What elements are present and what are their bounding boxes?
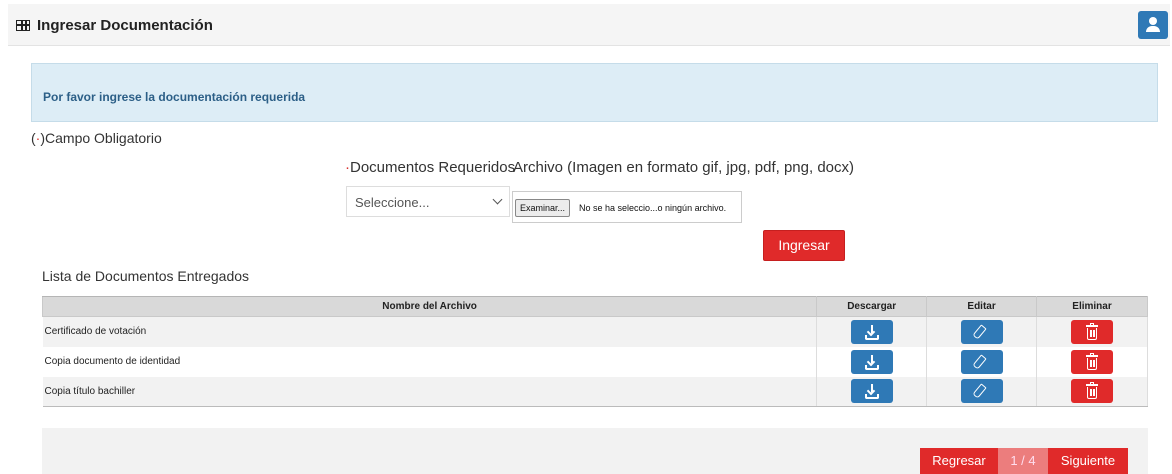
page-indicator: 1 / 4	[998, 448, 1048, 474]
document-type-select[interactable]: Seleccione...	[346, 186, 510, 217]
user-icon	[1149, 17, 1157, 25]
required-field-label: Campo Obligatorio	[45, 130, 162, 146]
edit-button[interactable]	[960, 379, 1003, 404]
delete-button[interactable]	[1071, 349, 1114, 374]
edit-button[interactable]	[960, 319, 1003, 344]
next-page-button[interactable]: Siguiente	[1048, 448, 1128, 474]
user-button[interactable]	[1138, 11, 1168, 39]
column-header-delete: Eliminar	[1036, 296, 1148, 317]
download-button[interactable]	[850, 349, 893, 374]
table-row: Copia título bachiller	[42, 376, 1148, 407]
document-name: Copia título bachiller	[42, 376, 818, 407]
info-alert: Por favor ingrese la documentación reque…	[31, 63, 1158, 122]
trash-icon	[1087, 357, 1098, 370]
chevron-down-icon	[492, 194, 503, 205]
page: Ingresar Documentación Por favor ingrese…	[0, 0, 1172, 474]
table-row: Certificado de votación	[42, 316, 1148, 347]
documents-list-title: Lista de Documentos Entregados	[42, 268, 250, 284]
download-button[interactable]	[850, 319, 893, 344]
pencil-icon	[971, 383, 987, 399]
column-header-download: Descargar	[816, 296, 928, 317]
file-input[interactable]: Examinar... No se ha seleccio...o ningún…	[512, 191, 742, 223]
trash-icon	[1087, 387, 1098, 400]
edit-button[interactable]	[960, 349, 1003, 374]
table-grid-icon	[16, 20, 30, 31]
submit-button[interactable]: Ingresar	[763, 230, 845, 261]
table-row: Copia documento de identidad	[42, 346, 1148, 377]
document-name: Copia documento de identidad	[42, 346, 818, 377]
file-status-text: No se ha seleccio...o ningún archivo.	[579, 203, 727, 213]
pagination: Regresar 1 / 4 Siguiente	[920, 448, 1128, 474]
column-header-filename: Nombre del Archivo	[41, 296, 818, 317]
column-header-edit: Editar	[926, 296, 1038, 317]
document-name: Certificado de votación	[42, 316, 818, 347]
pencil-icon	[971, 353, 987, 370]
download-button[interactable]	[850, 379, 893, 404]
page-title-text: Ingresar Documentación	[37, 17, 213, 34]
browse-button[interactable]: Examinar...	[515, 199, 571, 217]
documents-table: Nombre del Archivo Descargar Editar Elim…	[41, 296, 1148, 407]
delete-button[interactable]	[1071, 319, 1114, 344]
pencil-icon	[971, 324, 987, 340]
trash-icon	[1087, 327, 1098, 340]
table-header-row: Nombre del Archivo Descargar Editar Elim…	[41, 296, 1148, 317]
file-label: Archivo (Imagen en formato gif, jpg, pdf…	[513, 159, 855, 176]
info-alert-text: Por favor ingrese la documentación reque…	[43, 90, 306, 104]
required-documents-label: ·Documentos Requeridos	[345, 159, 516, 176]
panel-header: Ingresar Documentación	[8, 4, 1170, 46]
previous-page-button[interactable]: Regresar	[920, 448, 998, 474]
page-title: Ingresar Documentación	[16, 17, 213, 34]
delete-button[interactable]	[1071, 379, 1114, 404]
required-field-note: (·)Campo Obligatorio	[31, 130, 162, 146]
document-type-select-value: Seleccione...	[355, 195, 430, 210]
